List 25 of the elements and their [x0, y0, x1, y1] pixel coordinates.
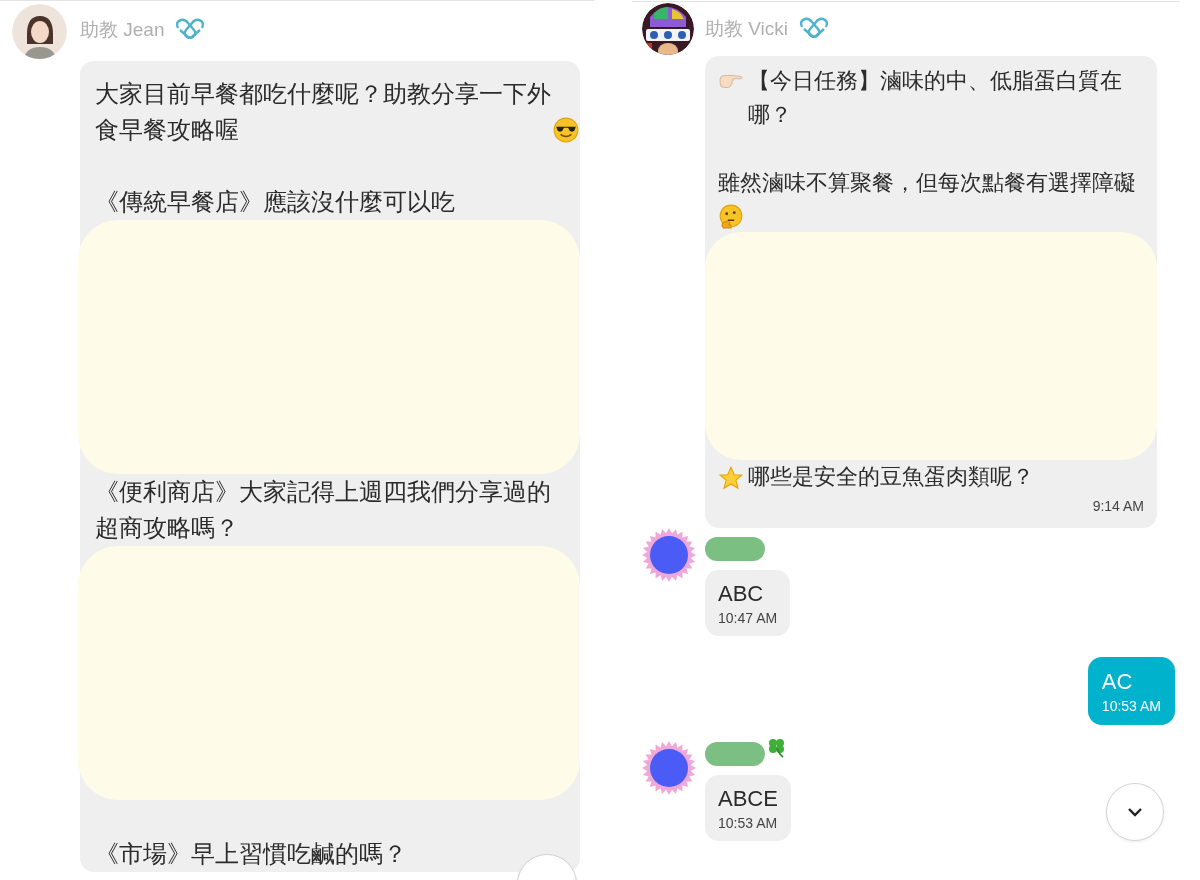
avatar-icon[interactable]	[12, 4, 67, 59]
message-time: 10:53 AM	[718, 814, 778, 833]
message-text: 《市場》早上習慣吃鹹的嗎？	[95, 840, 407, 867]
message-text: AC	[1101, 669, 1133, 694]
avatar-icon[interactable]	[642, 741, 696, 795]
name-redaction	[705, 537, 765, 561]
message-text: ABC	[718, 581, 764, 606]
message-text: 大家目前早餐都吃什麼呢？助教分享一下外食早餐攻略喔	[95, 79, 551, 145]
avatar-icon[interactable]	[642, 528, 696, 582]
star-icon	[718, 465, 744, 491]
message-time: 9:14 AM	[1091, 497, 1144, 516]
sunglasses-face-icon	[553, 117, 579, 143]
message-text: 【今日任務】滷味的中、低脂蛋白質在哪？	[748, 67, 1123, 129]
message-text: 《傳統早餐店》應該沒什麼可以吃	[95, 188, 455, 215]
chevron-down-icon	[1127, 807, 1143, 817]
message-text: 《便利商店》大家記得上週四我們分享過的超商攻略嗎？	[95, 478, 551, 541]
message-time: 10:47 AM	[718, 609, 778, 628]
sender-name: 助教 Jean	[80, 18, 165, 42]
message-time: 10:53 AM	[1101, 697, 1161, 716]
sender-name: 助教 Vicki	[705, 17, 789, 41]
thinking-face-icon	[718, 204, 744, 230]
name-redaction	[705, 742, 765, 766]
message-text: ABCE	[718, 786, 778, 811]
message-text: 哪些是安全的豆魚蛋肉類呢？	[748, 463, 1034, 491]
message-text: 雖然滷味不算聚餐，但每次點餐有選擇障礙	[718, 169, 1137, 197]
